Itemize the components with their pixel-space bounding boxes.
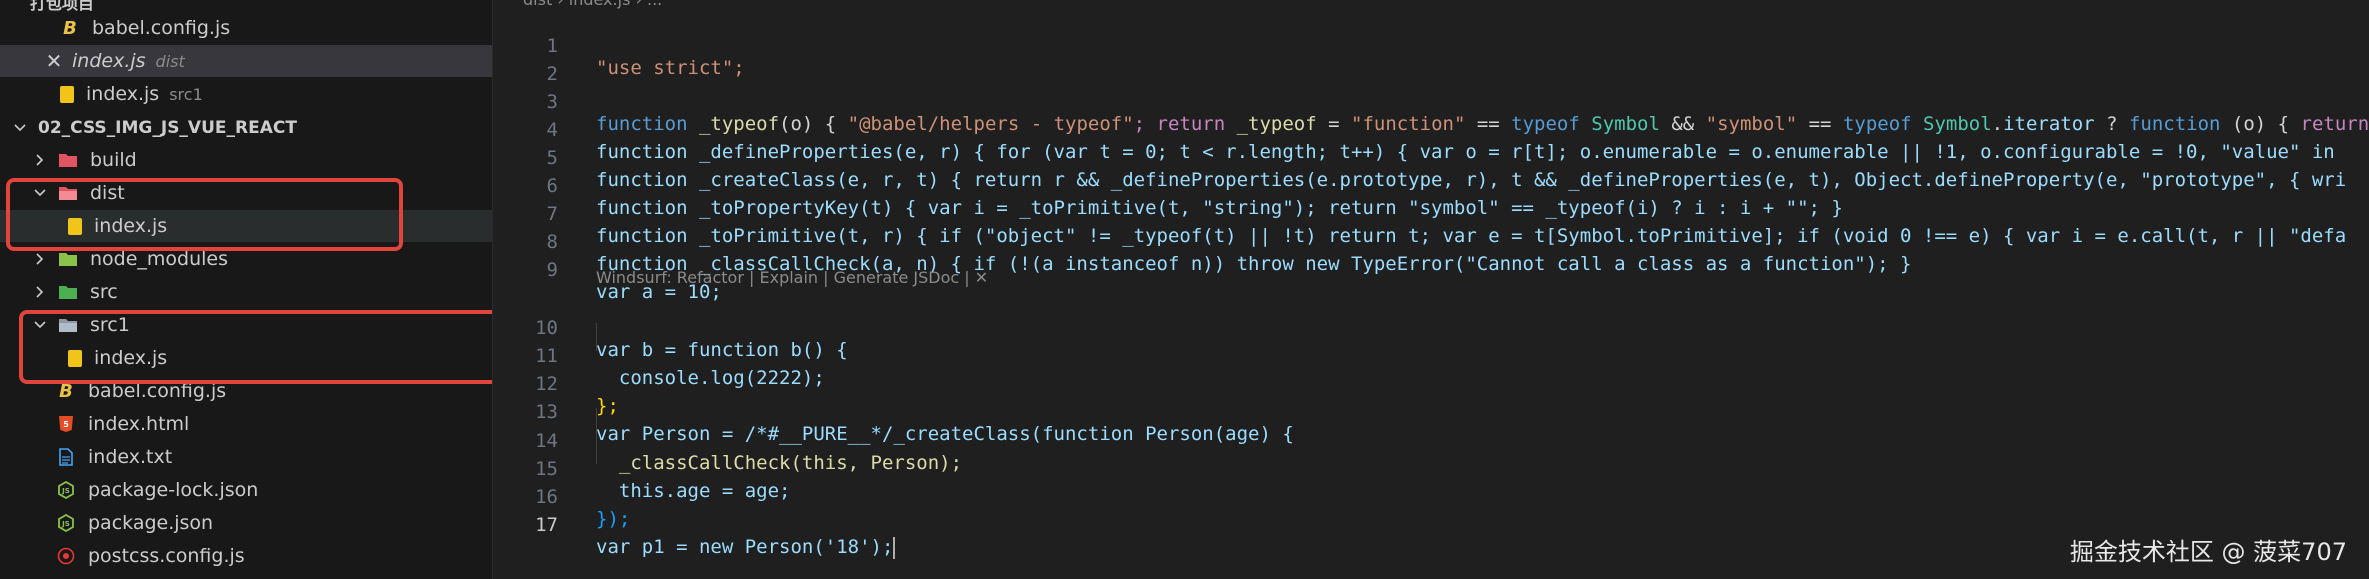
code-line[interactable]: 15 this.age = age; <box>493 436 2369 502</box>
chevron-right-icon <box>32 251 48 267</box>
codelens-actions[interactable]: Windsurf: Refactor | Explain | Generate … <box>596 268 988 287</box>
code-line[interactable]: 11 console.log(2222); <box>493 323 2369 389</box>
folder-open-icon <box>58 315 78 335</box>
tree-item-build[interactable]: build <box>0 144 492 176</box>
nodejs-file-icon: JS <box>56 480 76 500</box>
code-line[interactable]: 2 <box>493 41 2369 85</box>
file-desc: dist <box>155 51 185 71</box>
nodejs-file-icon: JS <box>56 513 76 533</box>
babel-icon: B <box>59 380 73 402</box>
watermark: 掘金技术社区 @ 菠菜707 <box>2069 538 2347 566</box>
tree-item-index-html[interactable]: 5 index.html <box>0 408 492 440</box>
code-line[interactable]: 5 function _createClass(e, r, t) { retur… <box>493 125 2369 191</box>
tree-label: index.txt <box>88 446 173 468</box>
code-line[interactable]: 4 function _defineProperties(e, r) { for… <box>493 97 2369 163</box>
chevron-right-icon <box>32 284 48 300</box>
folder-src-icon <box>58 282 78 302</box>
tree-item-babel-config[interactable]: B babel.config.js <box>0 375 492 407</box>
babel-icon: B <box>63 17 77 39</box>
html-file-icon: 5 <box>56 414 76 434</box>
code-line-active[interactable]: 17 var p1 = new Person('18'); <box>493 492 2369 559</box>
workspace-section-header[interactable]: 02_CSS_IMG_JS_VUE_REACT <box>0 112 492 144</box>
tree-label: build <box>90 149 137 171</box>
open-editor-item-babel-config[interactable]: B babel.config.js <box>0 12 492 44</box>
folder-dist-open-icon <box>58 183 78 203</box>
tree-item-package-lock[interactable]: JS package-lock.json <box>0 474 492 506</box>
js-file-icon <box>68 217 82 235</box>
explorer-sidebar: 打包项目 B babel.config.js ✕ index.js dist i… <box>0 0 493 579</box>
postcss-icon <box>56 546 76 566</box>
tree-item-dist[interactable]: dist <box>0 177 492 209</box>
tree-label: package-lock.json <box>88 479 259 501</box>
tree-item-src1[interactable]: src1 <box>0 309 492 341</box>
code-text: var p1 = new Person('18'); <box>596 536 896 559</box>
tree-label: babel.config.js <box>88 380 227 402</box>
tree-item-index-txt[interactable]: index.txt <box>0 441 492 473</box>
code-line[interactable]: 3 function _typeof(o) { "@babel/helpers … <box>493 69 2369 135</box>
line-number: 9 <box>546 259 558 281</box>
text-cursor <box>893 536 896 559</box>
workspace-title: 02_CSS_IMG_JS_VUE_REACT <box>38 118 297 138</box>
text-file-icon <box>56 447 76 467</box>
open-editor-item-index-src1[interactable]: index.js src1 <box>0 78 492 110</box>
tree-item-dist-index-js[interactable]: index.js <box>0 210 492 242</box>
tree-label: dist <box>90 182 125 204</box>
svg-text:5: 5 <box>63 420 69 429</box>
code-line[interactable]: 10 var b = function b() { <box>493 295 2369 361</box>
tree-item-node-modules[interactable]: node_modules <box>0 243 492 275</box>
tree-label: src1 <box>90 314 130 336</box>
js-file-icon <box>68 349 82 367</box>
chevron-down-icon <box>12 120 28 136</box>
line-number: 17 <box>535 514 558 536</box>
open-editor-item-index-dist[interactable]: ✕ index.js dist <box>0 45 492 77</box>
tree-item-src1-index-js[interactable]: index.js <box>0 342 492 374</box>
code-line[interactable]: 1 "use strict"; <box>493 13 2369 79</box>
file-label: index.js <box>86 83 160 105</box>
close-icon[interactable]: ✕ <box>44 49 64 73</box>
tree-label: node_modules <box>90 248 229 270</box>
code-editor[interactable]: dist › index.js › ... 1 "use strict"; 2 … <box>493 0 2369 579</box>
svg-text:JS: JS <box>61 520 70 528</box>
breadcrumb[interactable]: dist › index.js › ... <box>523 0 662 9</box>
file-desc: src1 <box>169 84 203 104</box>
svg-text:JS: JS <box>61 487 70 495</box>
folder-build-icon <box>58 150 78 170</box>
code-line[interactable]: 14 _classCallCheck(this, Person); <box>493 408 2369 474</box>
chevron-down-icon <box>32 185 48 201</box>
tree-label: index.js <box>94 347 168 369</box>
tree-label: package.json <box>88 512 214 534</box>
file-label: babel.config.js <box>92 17 231 39</box>
tree-label: index.js <box>94 215 168 237</box>
js-file-icon <box>60 85 74 103</box>
chevron-down-icon <box>32 317 48 333</box>
tree-item-src[interactable]: src <box>0 276 492 308</box>
tree-label: src <box>90 281 118 303</box>
code-line[interactable]: 16 }); <box>493 464 2369 530</box>
code-line[interactable]: 13 var Person = /*#__PURE__*/_createClas… <box>493 379 2369 445</box>
file-label: index.js <box>72 50 146 72</box>
tree-label: postcss.config.js <box>88 545 245 567</box>
code-line[interactable]: 12 }; <box>493 351 2369 417</box>
code-line[interactable]: 9 var a = 10; <box>493 237 2369 303</box>
tree-label: index.html <box>88 413 190 435</box>
code-line[interactable]: 7 function _toPrimitive(t, r) { if ("obj… <box>493 181 2369 247</box>
code-line[interactable]: 6 function _toPropertyKey(t) { var i = _… <box>493 153 2369 219</box>
chevron-right-icon <box>32 152 48 168</box>
code-line[interactable]: 8 function _classCallCheck(a, n) { if (!… <box>493 209 2369 275</box>
tree-item-package-json[interactable]: JS package.json <box>0 507 492 539</box>
folder-node-icon <box>58 249 78 269</box>
tree-item-postcss-config[interactable]: postcss.config.js <box>0 540 492 572</box>
